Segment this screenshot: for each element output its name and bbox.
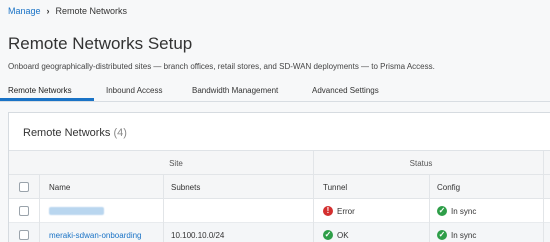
check-circle-icon: ✓ bbox=[437, 230, 447, 240]
row-checkbox[interactable] bbox=[19, 223, 29, 242]
config-status: ✓ In sync bbox=[437, 199, 476, 223]
panel-count: (4) bbox=[113, 127, 127, 139]
column-divider bbox=[429, 175, 430, 242]
row-subnets: 10.100.10.0/24 bbox=[171, 230, 225, 240]
panel-title: Remote Networks (4) bbox=[23, 127, 127, 139]
tab-inbound-access[interactable]: Inbound Access bbox=[106, 86, 162, 95]
check-circle-icon: ✓ bbox=[437, 206, 447, 216]
column-header-config[interactable]: Config bbox=[437, 175, 460, 199]
tunnel-status: ✓ OK bbox=[323, 223, 349, 242]
panel-title-text: Remote Networks bbox=[23, 127, 111, 139]
error-icon: ! bbox=[323, 206, 333, 216]
column-divider bbox=[313, 151, 314, 242]
column-header-subnets[interactable]: Subnets bbox=[171, 175, 200, 199]
breadcrumb-current: Remote Networks bbox=[55, 6, 128, 16]
breadcrumb: Manage › Remote Networks bbox=[8, 6, 127, 16]
remote-networks-panel: Remote Networks (4) Site Status Name Sub… bbox=[8, 112, 550, 242]
group-header-status: Status bbox=[409, 158, 433, 168]
config-status-label: In sync bbox=[451, 230, 477, 240]
tab-bandwidth-management[interactable]: Bandwidth Management bbox=[192, 86, 278, 95]
check-circle-icon: ✓ bbox=[323, 230, 333, 240]
column-divider bbox=[543, 151, 544, 242]
tab-remote-networks[interactable]: Remote Networks bbox=[8, 86, 72, 95]
tab-advanced-settings[interactable]: Advanced Settings bbox=[312, 86, 379, 95]
config-status: ✓ In sync bbox=[437, 223, 476, 242]
row-name-redacted[interactable] bbox=[49, 199, 104, 223]
panel-header: Remote Networks (4) bbox=[9, 113, 550, 151]
group-header-site: Site bbox=[169, 158, 183, 168]
breadcrumb-manage-link[interactable]: Manage bbox=[8, 6, 41, 16]
page-title: Remote Networks Setup bbox=[8, 34, 193, 53]
row-name-link[interactable]: meraki-sdwan-onboarding bbox=[49, 223, 142, 242]
row-checkbox[interactable] bbox=[19, 199, 29, 223]
column-header-name[interactable]: Name bbox=[49, 175, 70, 199]
config-status-label: In sync bbox=[451, 206, 477, 216]
column-header-tunnel[interactable]: Tunnel bbox=[323, 175, 347, 199]
tunnel-status: ! Error bbox=[323, 199, 355, 223]
page-subtitle: Onboard geographically-distributed sites… bbox=[8, 62, 435, 71]
tunnel-status-label: OK bbox=[337, 230, 349, 240]
active-tab-indicator bbox=[0, 98, 94, 101]
column-divider bbox=[39, 175, 40, 242]
tunnel-status-label: Error bbox=[337, 206, 355, 216]
column-header-row bbox=[9, 175, 550, 199]
column-divider bbox=[163, 175, 164, 242]
select-all-checkbox[interactable] bbox=[19, 175, 29, 199]
chevron-right-icon: › bbox=[46, 6, 50, 16]
